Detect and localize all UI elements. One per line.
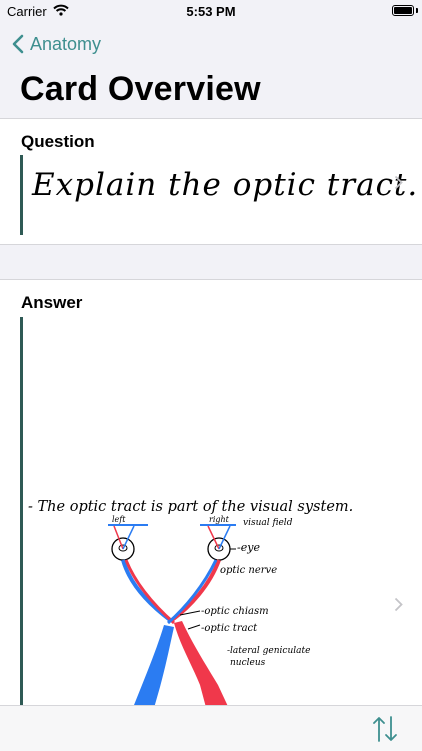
chevron-right-icon — [394, 597, 403, 612]
answer-accent-bar — [20, 317, 23, 717]
red-optic-tract — [174, 621, 232, 715]
status-time: 5:53 PM — [186, 4, 236, 19]
answer-handwriting: - The optic tract is part of the visual … — [28, 499, 354, 515]
back-button-label: Anatomy — [30, 33, 102, 54]
chevron-left-icon — [12, 34, 24, 54]
diagram-label-right: right — [209, 515, 229, 524]
battery-tip — [416, 8, 418, 13]
question-label: Question — [21, 132, 95, 151]
question-section[interactable]: Question Explain the optic tract. — [0, 118, 422, 245]
question-accent-bar — [20, 155, 23, 235]
question-handwriting: Explain the optic tract. — [32, 167, 419, 203]
diagram-label-optic-chiasm: -optic chiasm — [201, 606, 269, 617]
answer-section[interactable]: Answer - The optic tract is part of the … — [0, 279, 422, 720]
diagram-label-lateral-geniculate: -lateral geniculate — [227, 646, 311, 656]
bottom-toolbar — [0, 705, 422, 751]
diagram-label-visual-field: visual field — [243, 518, 293, 528]
blue-optic-tract — [130, 625, 174, 715]
page-title: Card Overview — [20, 70, 261, 108]
diagram-label-left: left — [112, 515, 126, 524]
optic-pathway-diagram — [108, 524, 236, 715]
diagram-label-nucleus: nucleus — [230, 658, 266, 668]
answer-label: Answer — [21, 293, 83, 312]
sort-arrows-icon[interactable] — [370, 714, 400, 744]
back-button[interactable]: Anatomy — [12, 32, 101, 56]
battery-icon — [392, 5, 414, 16]
diagram-label-eye: -eye — [237, 541, 260, 554]
status-bar: Carrier 5:53 PM — [0, 0, 422, 24]
diagram-label-optic-tract: -optic tract — [201, 623, 258, 634]
diagram-label-optic-nerve: optic nerve — [220, 565, 278, 576]
chevron-right-icon — [394, 175, 403, 190]
